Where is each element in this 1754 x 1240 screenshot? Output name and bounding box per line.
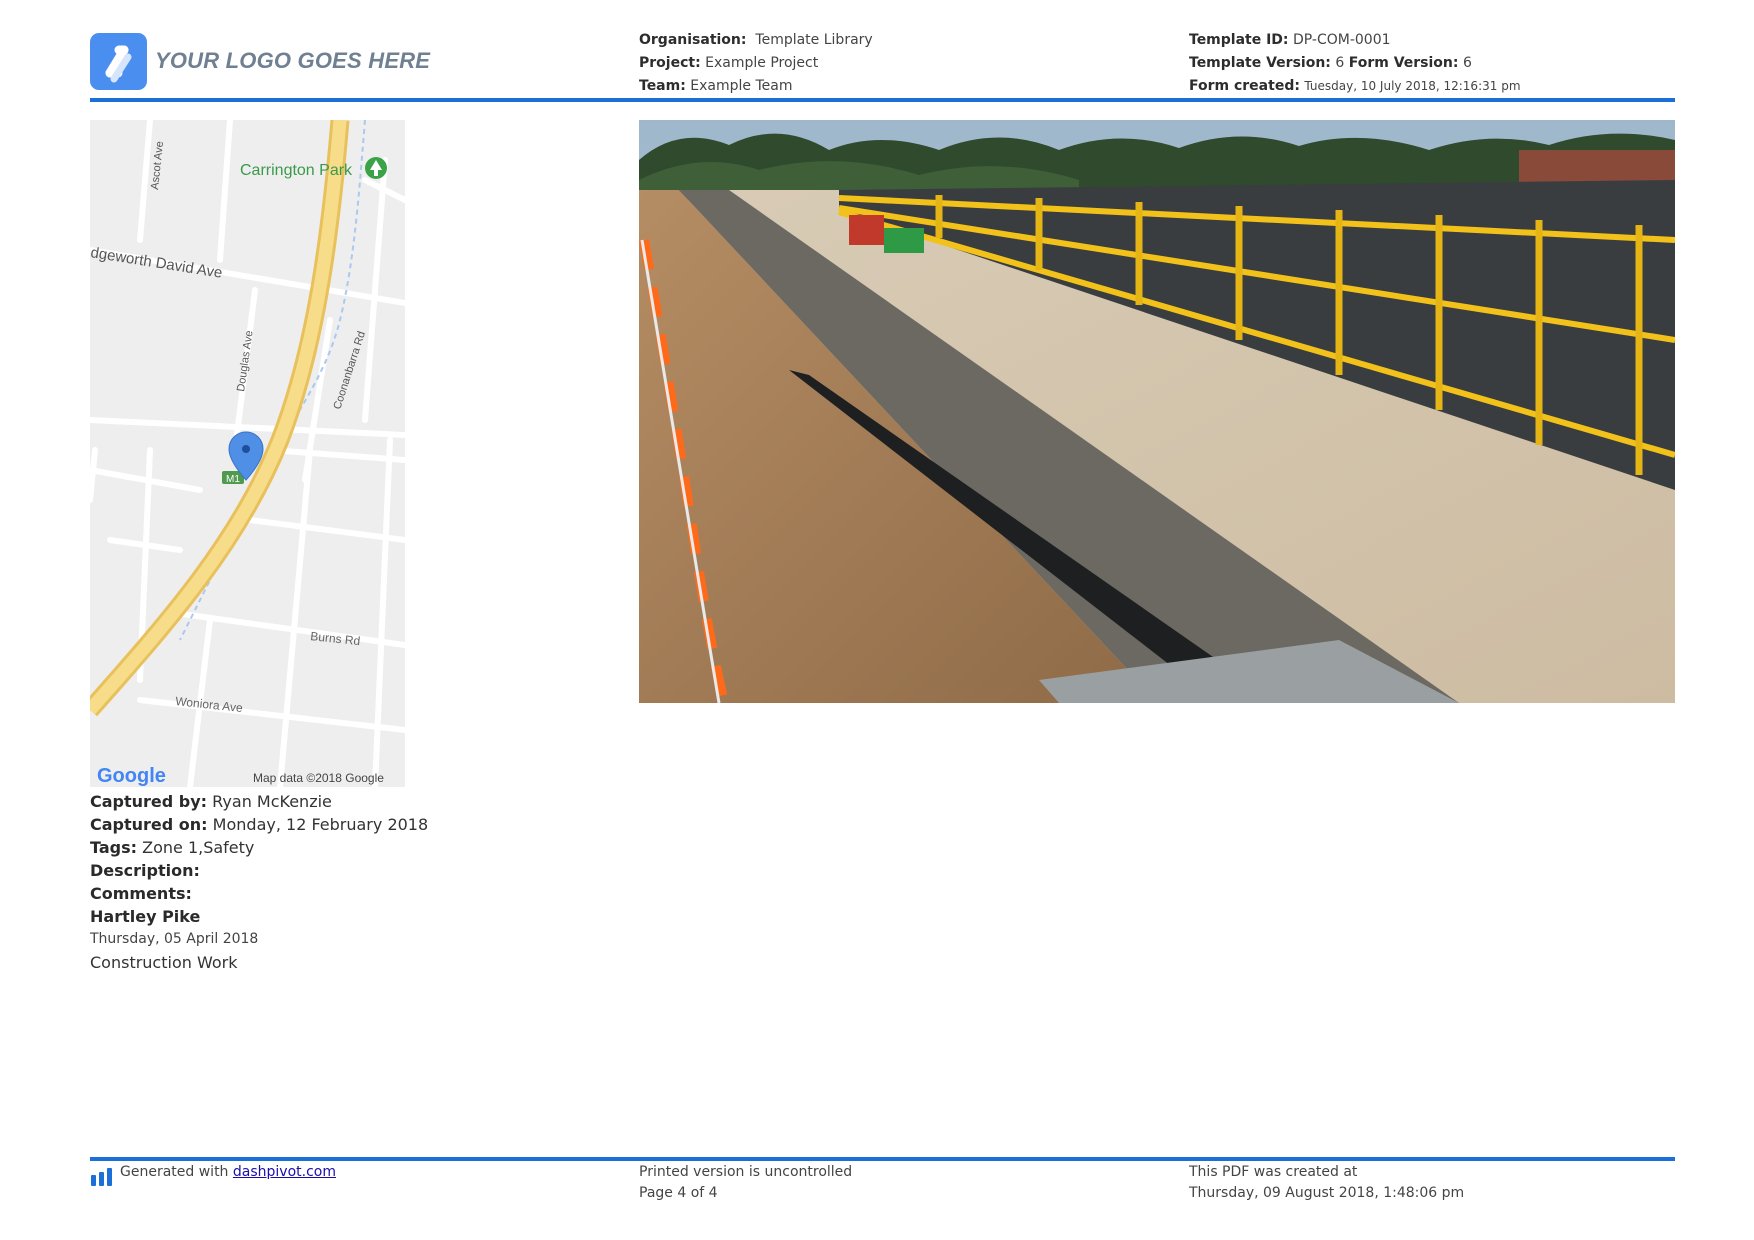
footer-center: Printed version is uncontrolled Page 4 o… xyxy=(639,1162,852,1204)
comments-row: Comments: xyxy=(90,882,428,905)
template-version-value: 6 xyxy=(1335,55,1345,71)
header-divider xyxy=(90,98,1675,102)
site-photo[interactable] xyxy=(639,120,1675,703)
pdf-created-label: This PDF was created at xyxy=(1189,1164,1358,1180)
tags-value: Zone 1,Safety xyxy=(142,838,255,857)
uncontrolled-notice: Printed version is uncontrolled xyxy=(639,1164,853,1180)
google-logo: Google xyxy=(97,765,166,787)
map-label-m1: M1 xyxy=(226,474,240,485)
map-attribution: Map data ©2018 Google xyxy=(253,771,384,785)
template-id-value: DP-COM-0001 xyxy=(1292,32,1391,48)
dashpivot-link[interactable]: dashpivot.com xyxy=(233,1164,336,1180)
tags-row: Tags: Zone 1,Safety xyxy=(90,836,428,859)
organisation-value: Template Library xyxy=(755,32,873,48)
page-number: Page 4 of 4 xyxy=(639,1185,718,1201)
team-row: Team: Example Team xyxy=(639,75,873,98)
template-id-row: Template ID: DP-COM-0001 xyxy=(1189,29,1521,52)
captured-by-value: Ryan McKenzie xyxy=(212,792,332,811)
comment-text: Construction Work xyxy=(90,953,238,972)
header-meta-right: Template ID: DP-COM-0001 Template Versio… xyxy=(1189,29,1521,98)
location-map[interactable]: Ascot Ave Carrington Park dgeworth David… xyxy=(90,120,405,787)
company-logo xyxy=(90,33,147,90)
footer-divider xyxy=(90,1157,1675,1161)
form-created-value: Tuesday, 10 July 2018, 12:16:31 pm xyxy=(1304,79,1521,93)
organisation-label: Organisation: xyxy=(639,32,747,48)
park-icon xyxy=(365,157,387,179)
tags-label: Tags: xyxy=(90,838,138,857)
dashpivot-logo-icon xyxy=(91,1168,113,1190)
logo-placeholder-text: YOUR LOGO GOES HERE xyxy=(155,48,431,73)
template-id-label: Template ID: xyxy=(1189,32,1289,48)
captured-by-label: Captured by: xyxy=(90,792,208,811)
form-created-row: Form created: Tuesday, 10 July 2018, 12:… xyxy=(1189,75,1521,98)
footer-right: This PDF was created at Thursday, 09 Aug… xyxy=(1189,1162,1464,1204)
captured-on-label: Captured on: xyxy=(90,815,208,834)
generated-prefix: Generated with xyxy=(120,1164,229,1180)
description-label: Description: xyxy=(90,861,200,880)
team-label: Team: xyxy=(639,78,686,94)
comment-date: Thursday, 05 April 2018 xyxy=(90,931,259,947)
commenter-name: Hartley Pike xyxy=(90,905,428,928)
photo-details: Captured by: Ryan McKenzie Captured on: … xyxy=(90,790,428,974)
form-version-value: 6 xyxy=(1462,55,1472,71)
form-created-label: Form created: xyxy=(1189,78,1300,94)
organisation-row: Organisation: Template Library xyxy=(639,29,873,52)
team-value: Example Team xyxy=(690,78,793,94)
header-meta-left: Organisation: Template Library Project: … xyxy=(639,29,873,98)
version-row: Template Version: 6 Form Version: 6 xyxy=(1189,52,1521,75)
generated-with: Generated with dashpivot.com xyxy=(120,1162,336,1183)
pdf-created-value: Thursday, 09 August 2018, 1:48:06 pm xyxy=(1189,1185,1465,1201)
project-row: Project: Example Project xyxy=(639,52,873,75)
template-version-label: Template Version: xyxy=(1189,55,1331,71)
captured-on-value: Monday, 12 February 2018 xyxy=(212,815,429,834)
form-version-label: Form Version: xyxy=(1348,55,1459,71)
comments-label: Comments: xyxy=(90,884,192,903)
description-row: Description: xyxy=(90,859,428,882)
project-value: Example Project xyxy=(705,55,819,71)
commenter-name-text: Hartley Pike xyxy=(90,907,201,926)
captured-on-row: Captured on: Monday, 12 February 2018 xyxy=(90,813,428,836)
captured-by-row: Captured by: Ryan McKenzie xyxy=(90,790,428,813)
project-label: Project: xyxy=(639,55,701,71)
map-label-carrington-park: Carrington Park xyxy=(240,162,353,179)
